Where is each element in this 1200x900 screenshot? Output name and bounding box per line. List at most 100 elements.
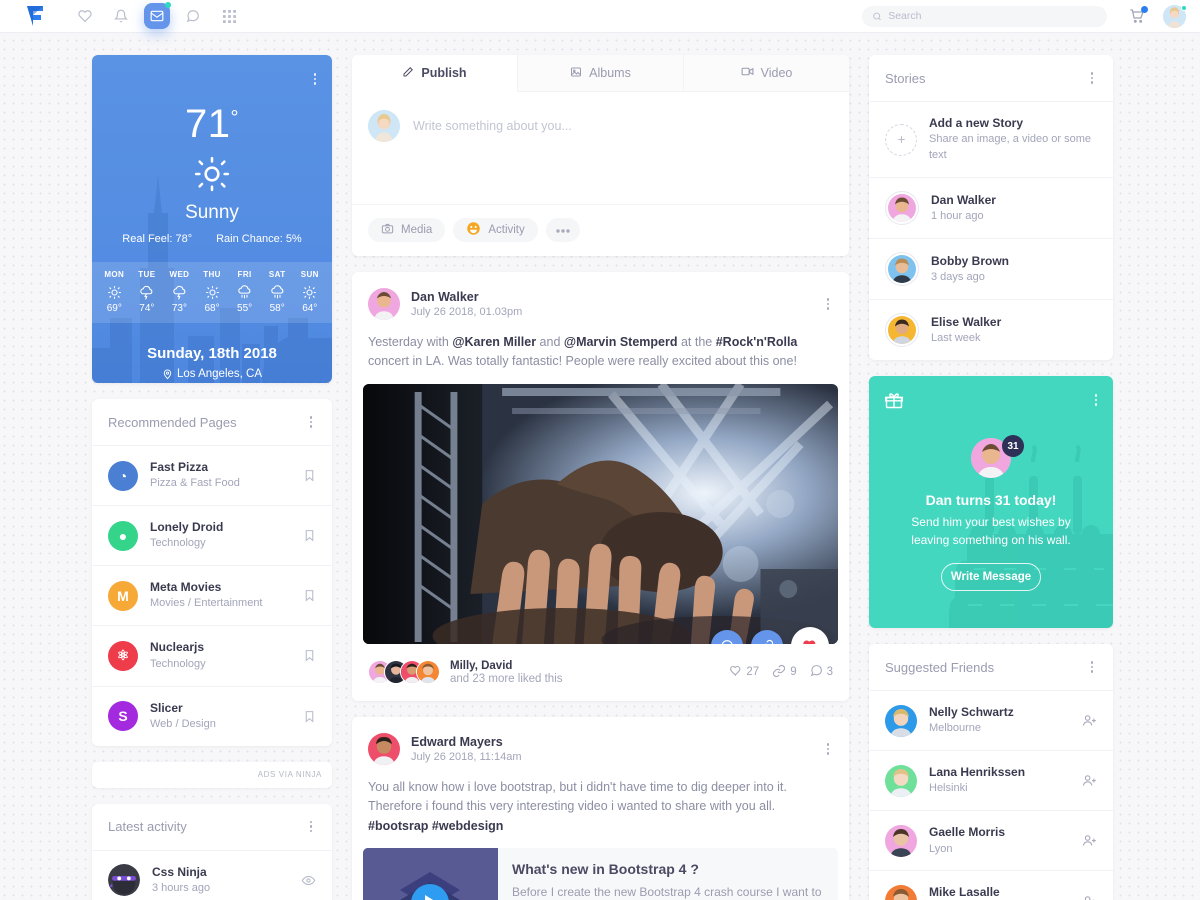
list-item[interactable]: Bobby Brown 3 days ago: [869, 239, 1113, 301]
composer-input-area[interactable]: Write something about you...: [352, 92, 849, 204]
link-icon-button[interactable]: [751, 629, 783, 644]
comment-icon-button[interactable]: [711, 629, 743, 644]
grid-apps-icon-button[interactable]: [216, 3, 242, 29]
link-preview[interactable]: What's new in Bootstrap 4 ? Before I cre…: [363, 847, 838, 900]
recommended-pages-card: Recommended Pages ◔ Fast Pizza Pizza & Fas…: [92, 399, 332, 746]
list-item[interactable]: Nelly Schwartz Melbourne: [869, 691, 1113, 752]
tab-albums[interactable]: Albums: [518, 55, 684, 91]
forecast-temp: 69°: [106, 303, 122, 314]
post-likers-avatars: [368, 660, 440, 685]
user-avatar[interactable]: [1163, 4, 1187, 28]
weather-forecast-row: MON 69° TUE 74° WED 73° THU 68° FRI 55° SAT 58° SUN 6…: [92, 262, 332, 323]
post-author-avatar[interactable]: [368, 288, 400, 320]
suggested-friends-menu-button[interactable]: [1087, 657, 1098, 677]
forecast-day: FRI 55°: [228, 270, 261, 314]
latest-activity-menu-button[interactable]: [306, 817, 317, 837]
post-menu-button[interactable]: [823, 294, 834, 314]
list-item[interactable]: ● Lonely Droid Technology: [92, 506, 332, 567]
forecast-day: TUE 74°: [131, 270, 164, 314]
list-item[interactable]: Gaelle Morris Lyon: [869, 811, 1113, 872]
list-item[interactable]: Dan Walker 1 hour ago: [869, 178, 1113, 240]
ad-label: ADS VIA NINJA: [257, 770, 322, 780]
list-item[interactable]: Css Ninja 3 hours ago: [92, 851, 332, 900]
rain-icon: [261, 284, 294, 300]
composer-placeholder[interactable]: Write something about you...: [413, 110, 572, 204]
tab-publish[interactable]: Publish: [352, 55, 518, 92]
count-comment[interactable]: 3: [810, 664, 833, 680]
list-item[interactable]: Elise Walker Last week: [869, 300, 1113, 360]
chat-bubble-icon-button[interactable]: [180, 3, 206, 29]
stories-menu-button[interactable]: [1087, 68, 1098, 88]
birthday-widget: 31 Dan turns 31 today! Send him your bes…: [869, 376, 1113, 629]
count-heart[interactable]: 27: [729, 664, 759, 680]
messages-badge-dot: [165, 2, 171, 8]
tab-label: Video: [760, 66, 793, 80]
composer-more-button[interactable]: [545, 218, 580, 242]
page-category: Technology: [150, 657, 206, 670]
page-category: Movies / Entertainment: [150, 597, 263, 610]
link-title[interactable]: What's new in Bootstrap 4 ?: [512, 861, 824, 877]
add-friend-icon-button[interactable]: [1082, 773, 1097, 788]
location-pin-icon: [163, 369, 172, 379]
composer-media-button[interactable]: Media: [368, 218, 446, 242]
forecast-day: SUN 64°: [293, 270, 326, 314]
bookmark-icon-button[interactable]: [303, 528, 316, 543]
envelope-icon-button[interactable]: [144, 2, 171, 29]
rain-chance-value: Rain Chance: 5%: [216, 233, 302, 245]
cart-icon-button[interactable]: [1129, 6, 1148, 24]
story-time: 3 days ago: [931, 270, 985, 283]
activity-avatar: [108, 864, 140, 897]
bookmark-icon-button[interactable]: [303, 468, 316, 483]
birthday-message: Send him your best wishes by leaving som…: [911, 515, 1071, 548]
composer-activity-button[interactable]: Activity: [453, 218, 538, 242]
list-item[interactable]: Mike LasalleToronto: [869, 871, 1113, 900]
bell-icon-button[interactable]: [108, 3, 134, 29]
suggested-friends-card: Suggested Friends Nelly Schwartz Melbourn…: [869, 644, 1113, 900]
forecast-temp: 55°: [237, 303, 253, 314]
list-item[interactable]: M Meta Movies Movies / Entertainment: [92, 566, 332, 627]
write-message-button[interactable]: Write Message: [941, 563, 1041, 592]
add-story-row[interactable]: Add a new Story Share an image, a video …: [869, 102, 1113, 179]
post-author-name[interactable]: Edward Mayers: [411, 735, 521, 749]
brand-logo[interactable]: [14, 5, 56, 27]
suggested-friends-header: Suggested Friends: [869, 644, 1113, 692]
heart-icon-button[interactable]: [791, 626, 829, 644]
search-input[interactable]: [888, 10, 1097, 22]
suggested-friends-title: Suggested Friends: [885, 659, 995, 675]
link-icon: [772, 664, 786, 681]
suggested-friends-list: Nelly Schwartz Melbourne Lana Henrikssen He…: [869, 691, 1113, 900]
bookmark-icon-button[interactable]: [303, 588, 316, 603]
post-photo[interactable]: [363, 383, 838, 644]
recommended-pages-header: Recommended Pages: [92, 399, 332, 446]
page-category: Pizza & Fast Food: [150, 477, 240, 490]
birthday-person-avatar[interactable]: 31: [971, 435, 1024, 479]
post-author-avatar[interactable]: [368, 732, 400, 765]
list-item[interactable]: S Slicer Web / Design: [92, 687, 332, 746]
post-counts: 27 9 3: [729, 664, 833, 681]
latest-activity-title: Latest activity: [108, 819, 187, 835]
bookmark-icon-button[interactable]: [303, 648, 316, 663]
count-link[interactable]: 9: [772, 664, 797, 681]
heart-icon-button[interactable]: [72, 3, 98, 29]
eye-icon-button[interactable]: [301, 873, 316, 888]
birthday-menu-button[interactable]: [1091, 390, 1102, 410]
forecast-day-label: SUN: [300, 270, 319, 279]
post-author-name[interactable]: Dan Walker: [411, 290, 522, 304]
post-text: You all know how i love bootstrap, but i…: [368, 779, 787, 833]
tab-video[interactable]: Video: [684, 55, 849, 91]
list-item[interactable]: ⚛ Nuclearjs Technology: [92, 626, 332, 687]
bookmark-icon-button[interactable]: [303, 709, 316, 724]
activity-name: Css Ninja: [152, 864, 207, 879]
search-box[interactable]: [862, 5, 1107, 27]
list-item[interactable]: Lana Henrikssen Helsinki: [869, 751, 1113, 812]
add-friend-icon-button[interactable]: [1082, 833, 1097, 848]
chip-label: Activity: [488, 224, 525, 236]
post-menu-button[interactable]: [823, 739, 834, 759]
recommended-pages-menu-button[interactable]: [306, 412, 317, 432]
latest-activity-card: Latest activity Css Ninja 3 hours ago: [92, 803, 332, 900]
post-footer: Milly, David and 23 more liked this 27 9 3: [352, 644, 849, 701]
add-friend-icon-button[interactable]: [1082, 894, 1097, 900]
page-name: Slicer: [150, 700, 183, 715]
add-friend-icon-button[interactable]: [1082, 713, 1097, 728]
list-item[interactable]: ◔ Fast Pizza Pizza & Fast Food: [92, 446, 332, 507]
